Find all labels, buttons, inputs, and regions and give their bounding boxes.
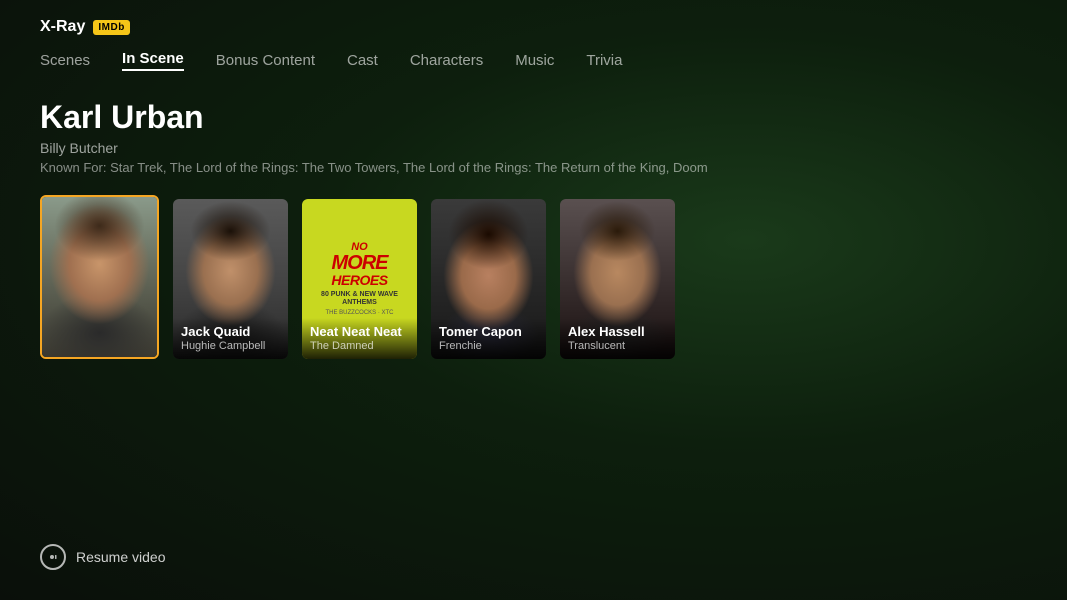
card-name-neat: Neat Neat Neat bbox=[310, 324, 409, 340]
resume-button[interactable]: Resume video bbox=[40, 544, 166, 570]
resume-icon bbox=[40, 544, 66, 570]
card-label-tomer: Tomer Capon Frenchie bbox=[431, 318, 546, 359]
actor-role: Billy Butcher bbox=[40, 140, 1027, 156]
header: X-Ray IMDb bbox=[0, 0, 1067, 36]
card-name-tomer: Tomer Capon bbox=[439, 324, 538, 340]
card-role-jack: Hughie Campbell bbox=[181, 340, 280, 353]
card-jack-quaid[interactable]: Jack Quaid Hughie Campbell bbox=[173, 199, 288, 359]
card-tomer-capon[interactable]: Tomer Capon Frenchie bbox=[431, 199, 546, 359]
nav-item-trivia[interactable]: Trivia bbox=[586, 52, 622, 69]
nav-item-in-scene[interactable]: In Scene bbox=[122, 50, 184, 71]
card-label-neat: Neat Neat Neat The Damned bbox=[302, 318, 417, 359]
actor-name: Karl Urban bbox=[40, 99, 1027, 136]
card-role-neat: The Damned bbox=[310, 340, 409, 353]
nav-item-characters[interactable]: Characters bbox=[410, 52, 483, 69]
card-label-alex: Alex Hassell Translucent bbox=[560, 318, 675, 359]
nav-item-cast[interactable]: Cast bbox=[347, 52, 378, 69]
card-neat-neat-neat[interactable]: NO MORE HEROES 80 PUNK & NEW WAVE ANTHEM… bbox=[302, 199, 417, 359]
nav-item-scenes[interactable]: Scenes bbox=[40, 52, 90, 69]
xray-title: X-Ray bbox=[40, 18, 85, 36]
card-name-alex: Alex Hassell bbox=[568, 324, 667, 340]
actor-info: Karl Urban Billy Butcher Known For: Star… bbox=[0, 71, 1067, 175]
card-karl-urban[interactable] bbox=[40, 195, 159, 359]
resume-label: Resume video bbox=[76, 549, 166, 565]
card-name-jack: Jack Quaid bbox=[181, 324, 280, 340]
card-role-alex: Translucent bbox=[568, 340, 667, 353]
nav-bar: Scenes In Scene Bonus Content Cast Chara… bbox=[0, 36, 1067, 71]
actor-known-for: Known For: Star Trek, The Lord of the Ri… bbox=[40, 160, 1027, 175]
imdb-badge: IMDb bbox=[93, 20, 129, 35]
card-label-jack: Jack Quaid Hughie Campbell bbox=[173, 318, 288, 359]
cards-row: Jack Quaid Hughie Campbell NO MORE HEROE… bbox=[0, 175, 1067, 359]
nav-item-bonus-content[interactable]: Bonus Content bbox=[216, 52, 315, 69]
card-role-tomer: Frenchie bbox=[439, 340, 538, 353]
nav-item-music[interactable]: Music bbox=[515, 52, 554, 69]
card-alex-hassell[interactable]: Alex Hassell Translucent bbox=[560, 199, 675, 359]
